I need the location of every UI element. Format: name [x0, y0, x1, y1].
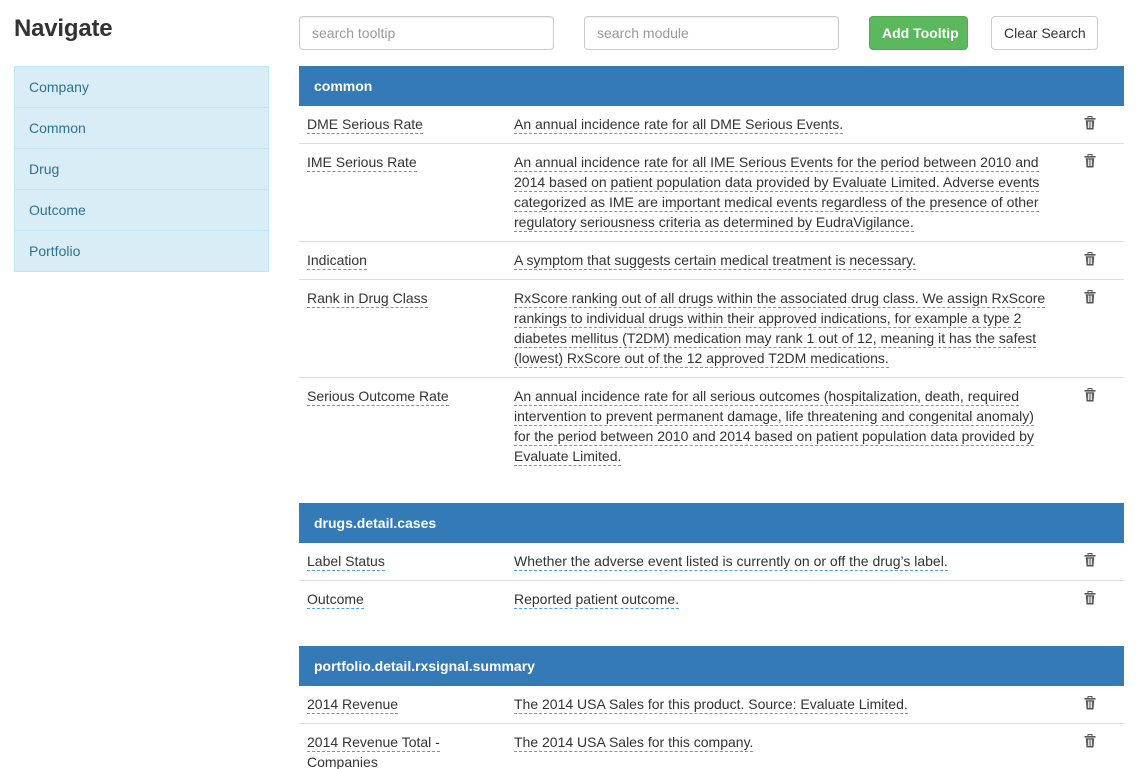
tooltip-row: Indication A symptom that suggests certai… [299, 242, 1124, 280]
tooltip-description: An annual incidence rate for all serious… [514, 386, 1054, 466]
module-section: common DME Serious Rate An annual incidenc… [299, 66, 1124, 475]
sidebar-item-portfolio[interactable]: Portfolio [15, 231, 268, 271]
tooltip-description-text[interactable]: Whether the adverse event listed is curr… [514, 553, 948, 571]
tooltip-row: Outcome Reported patient outcome. [299, 581, 1124, 618]
module-header: drugs.detail.cases [299, 503, 1124, 543]
tooltip-key: 2014 Revenue Total - Companies [307, 732, 487, 769]
tooltip-key: DME Serious Rate [307, 114, 487, 134]
tooltip-key-text[interactable]: DME Serious Rate [307, 116, 423, 134]
module-section: drugs.detail.cases Label Status Whether th… [299, 503, 1124, 618]
tooltip-description-text[interactable]: A symptom that suggests certain medical … [514, 252, 917, 270]
tooltip-description: Reported patient outcome. [514, 589, 1054, 609]
tooltip-row: 2014 Revenue Total - Companies The 2014 U… [299, 724, 1124, 769]
trash-icon[interactable] [1084, 388, 1096, 402]
tooltip-key-text[interactable]: Rank in Drug Class [307, 290, 428, 308]
trash-icon[interactable] [1084, 290, 1096, 304]
trash-icon[interactable] [1084, 154, 1096, 168]
tooltip-key: Outcome [307, 589, 487, 609]
sidebar-item-common[interactable]: Common [15, 108, 268, 149]
tooltip-modules: common DME Serious Rate An annual incidenc… [299, 66, 1124, 769]
tooltip-key-text[interactable]: Label Status [307, 553, 385, 571]
tooltip-key-text[interactable]: Outcome [307, 591, 364, 609]
tooltip-key-text[interactable]: 2014 Revenue Total - Companies [307, 734, 440, 769]
tooltip-key-text[interactable]: Indication [307, 252, 367, 270]
tooltip-description-text[interactable]: An annual incidence rate for all serious… [514, 388, 1034, 466]
trash-icon[interactable] [1084, 553, 1096, 567]
tooltip-description: A symptom that suggests certain medical … [514, 250, 1054, 270]
search-tooltip-input[interactable] [299, 16, 554, 50]
tooltip-description-text[interactable]: Reported patient outcome. [514, 591, 679, 609]
trash-icon[interactable] [1084, 734, 1096, 748]
tooltip-key: Indication [307, 250, 487, 270]
search-module-input[interactable] [584, 16, 839, 50]
tooltip-description: The 2014 USA Sales for this product. Sou… [514, 694, 1054, 714]
tooltip-row: Serious Outcome Rate An annual incidence … [299, 378, 1124, 475]
trash-icon[interactable] [1084, 591, 1096, 605]
sidebar-title: Navigate [14, 15, 113, 42]
module-header: portfolio.detail.rxsignal.summary [299, 646, 1124, 686]
trash-icon[interactable] [1084, 252, 1096, 266]
tooltip-key: Label Status [307, 551, 487, 571]
tooltip-description: The 2014 USA Sales for this company. [514, 732, 1054, 752]
trash-icon[interactable] [1084, 696, 1096, 710]
tooltip-admin-page: Navigate Company Common Drug Outcome Por… [0, 0, 1138, 769]
tooltip-row: Rank in Drug Class RxScore ranking out of… [299, 280, 1124, 378]
tooltip-key: 2014 Revenue [307, 694, 487, 714]
trash-icon[interactable] [1084, 116, 1096, 130]
tooltip-key: Serious Outcome Rate [307, 386, 487, 406]
tooltip-description-text[interactable]: An annual incidence rate for all DME Ser… [514, 116, 844, 134]
tooltip-key-text[interactable]: IME Serious Rate [307, 154, 417, 172]
tooltip-description-text[interactable]: RxScore ranking out of all drugs within … [514, 290, 1046, 368]
tooltip-key: IME Serious Rate [307, 152, 487, 172]
tooltip-description: An annual incidence rate for all DME Ser… [514, 114, 1054, 134]
tooltip-row: 2014 Revenue The 2014 USA Sales for this … [299, 686, 1124, 724]
clear-search-button[interactable]: Clear Search [991, 16, 1098, 50]
sidebar-item-company[interactable]: Company [15, 67, 268, 108]
toolbar: Add Tooltip Clear Search [299, 16, 1124, 50]
tooltip-description-text[interactable]: An annual incidence rate for all IME Ser… [514, 154, 1040, 232]
tooltip-key-text[interactable]: Serious Outcome Rate [307, 388, 449, 406]
tooltip-row: DME Serious Rate An annual incidence rate… [299, 106, 1124, 144]
tooltip-description-text[interactable]: The 2014 USA Sales for this company. [514, 734, 754, 752]
tooltip-description: RxScore ranking out of all drugs within … [514, 288, 1054, 368]
tooltip-description: Whether the adverse event listed is curr… [514, 551, 1054, 571]
tooltip-description-text[interactable]: The 2014 USA Sales for this product. Sou… [514, 696, 908, 714]
sidebar-nav: Company Common Drug Outcome Portfolio [14, 66, 269, 272]
tooltip-row: IME Serious Rate An annual incidence rate… [299, 144, 1124, 242]
add-tooltip-button[interactable]: Add Tooltip [869, 16, 968, 50]
sidebar-item-outcome[interactable]: Outcome [15, 190, 268, 231]
module-section: portfolio.detail.rxsignal.summary 2014 Re… [299, 646, 1124, 769]
sidebar-item-drug[interactable]: Drug [15, 149, 268, 190]
tooltip-key: Rank in Drug Class [307, 288, 487, 308]
tooltip-key-text[interactable]: 2014 Revenue [307, 696, 399, 714]
module-header: common [299, 66, 1124, 106]
tooltip-description: An annual incidence rate for all IME Ser… [514, 152, 1054, 232]
tooltip-row: Label Status Whether the adverse event li… [299, 543, 1124, 581]
